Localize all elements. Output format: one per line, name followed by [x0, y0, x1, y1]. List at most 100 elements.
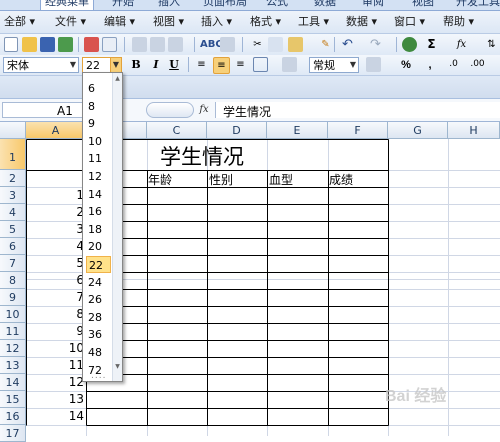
research-icon[interactable]: [168, 37, 183, 52]
font-size-option[interactable]: 20: [86, 238, 111, 255]
select-all-corner[interactable]: [0, 122, 26, 139]
font-size-option[interactable]: 24: [86, 274, 111, 291]
menu-edit[interactable]: 编辑 ▾: [104, 11, 135, 33]
percent-button[interactable]: %: [398, 57, 414, 73]
tab-page-layout[interactable]: 页面布局: [203, 0, 247, 10]
row-header-1[interactable]: 1: [0, 139, 26, 170]
font-size-dropdown[interactable]: 6 8 9 10 11 12 14 16 18 20 22 24 26 28 36 48 72 ▲ ▼ ....: [82, 72, 123, 382]
font-name-combo[interactable]: 宋体 ▼: [3, 57, 79, 73]
header-age[interactable]: 年龄: [148, 171, 172, 188]
cell-a-value[interactable]: 12: [26, 375, 84, 389]
row-header-6[interactable]: 6: [0, 238, 26, 255]
scroll-up-icon[interactable]: ▲: [114, 75, 121, 83]
row-header-3[interactable]: 3: [0, 187, 26, 204]
font-size-option[interactable]: 10: [86, 133, 111, 150]
font-size-option[interactable]: 18: [86, 221, 111, 238]
autosum-icon[interactable]: Σ: [424, 37, 439, 52]
sheet-title[interactable]: 学生情况: [160, 142, 244, 172]
menu-all[interactable]: 全部 ▾: [4, 11, 35, 33]
email-icon[interactable]: [102, 37, 117, 52]
cell-a-value[interactable]: 2: [26, 205, 84, 219]
menu-file[interactable]: 文件 ▾: [55, 11, 86, 33]
font-size-option[interactable]: 16: [86, 203, 111, 220]
chevron-down-icon[interactable]: ▼: [110, 58, 121, 72]
spelling-icon[interactable]: ABC: [200, 37, 223, 52]
column-header-h[interactable]: H: [448, 122, 500, 139]
chevron-down-icon[interactable]: ▼: [348, 58, 358, 72]
row-header-17[interactable]: 17: [0, 425, 26, 442]
paste-icon[interactable]: [288, 37, 303, 52]
column-header-g[interactable]: G: [388, 122, 448, 139]
wrap-text-icon[interactable]: [282, 57, 297, 72]
chevron-down-icon[interactable]: ▼: [68, 58, 78, 72]
menu-insert[interactable]: 插入 ▾: [201, 11, 232, 33]
align-center-icon[interactable]: ≡: [213, 57, 230, 74]
menu-view[interactable]: 视图 ▾: [153, 11, 184, 33]
font-size-option[interactable]: 11: [86, 150, 111, 167]
sort-icon[interactable]: ⇅: [484, 37, 499, 52]
menu-format[interactable]: 格式 ▾: [250, 11, 281, 33]
align-right-icon[interactable]: ≡: [233, 57, 248, 72]
row-header-8[interactable]: 8: [0, 272, 26, 289]
print-preview-icon[interactable]: [150, 37, 165, 52]
hyperlink-icon[interactable]: [402, 37, 417, 52]
align-left-icon[interactable]: ≡: [194, 57, 209, 72]
save-icon[interactable]: [40, 37, 55, 52]
column-header-f[interactable]: F: [328, 122, 388, 139]
row-header-2[interactable]: 2: [0, 170, 26, 187]
new-icon[interactable]: [4, 37, 18, 52]
font-size-option[interactable]: 8: [86, 98, 111, 115]
currency-icon[interactable]: [366, 57, 381, 72]
cut-icon[interactable]: ✂: [250, 37, 265, 52]
cell-a-value[interactable]: 7: [26, 290, 84, 304]
cell-a-value[interactable]: 8: [26, 307, 84, 321]
tab-classic-menu[interactable]: 经典菜单: [40, 0, 94, 10]
dropdown-resize-handle[interactable]: ....: [91, 371, 106, 381]
column-header-a[interactable]: A: [26, 122, 86, 139]
tab-home[interactable]: 开始: [112, 0, 134, 10]
increase-decimal-icon[interactable]: .0: [446, 57, 461, 72]
column-header-e[interactable]: E: [267, 122, 328, 139]
decrease-decimal-icon[interactable]: .00: [470, 57, 485, 72]
row-header-7[interactable]: 7: [0, 255, 26, 272]
spreadsheet-grid[interactable]: ABCDEFGH 1234567891011121314151617 学生情况 …: [0, 122, 500, 442]
cell-a-value[interactable]: 13: [26, 392, 84, 406]
research-book-icon[interactable]: [220, 37, 235, 52]
tab-formulas[interactable]: 公式: [266, 0, 288, 10]
row-header-12[interactable]: 12: [0, 340, 26, 357]
italic-button[interactable]: I: [148, 57, 164, 73]
permission-icon[interactable]: [58, 37, 73, 52]
redo-icon[interactable]: ↷: [368, 37, 383, 52]
comma-button[interactable]: ,: [422, 57, 438, 73]
row-header-14[interactable]: 14: [0, 374, 26, 391]
row-header-16[interactable]: 16: [0, 408, 26, 425]
undo-icon[interactable]: ↶: [340, 37, 355, 52]
merge-center-icon[interactable]: [253, 57, 268, 72]
row-header-5[interactable]: 5: [0, 221, 26, 238]
row-header-11[interactable]: 11: [0, 323, 26, 340]
cell-a-value[interactable]: 1: [26, 188, 84, 202]
menu-help[interactable]: 帮助 ▾: [443, 11, 474, 33]
cell-a-value[interactable]: 10: [26, 341, 84, 355]
formula-input[interactable]: 学生情况: [215, 102, 500, 119]
menu-tools[interactable]: 工具 ▾: [298, 11, 329, 33]
bold-button[interactable]: B: [128, 57, 144, 73]
header-gender[interactable]: 性别: [209, 171, 233, 188]
menu-window[interactable]: 窗口 ▾: [394, 11, 425, 33]
tab-review[interactable]: 审阅: [362, 0, 384, 10]
font-size-option[interactable]: 28: [86, 309, 111, 326]
column-header-d[interactable]: D: [207, 122, 267, 139]
header-blood-type[interactable]: 血型: [269, 171, 293, 188]
scroll-down-icon[interactable]: ▼: [114, 363, 121, 371]
cell-a-value[interactable]: 4: [26, 239, 84, 253]
menu-data[interactable]: 数据 ▾: [346, 11, 377, 33]
print-icon[interactable]: [132, 37, 147, 52]
font-size-option[interactable]: 9: [86, 115, 111, 132]
function-icon[interactable]: fx: [454, 37, 469, 52]
tab-developer[interactable]: 开发工具: [456, 0, 500, 10]
font-size-option[interactable]: 48: [86, 344, 111, 361]
font-size-option[interactable]: 36: [86, 326, 111, 343]
insert-function-icon[interactable]: fx: [194, 102, 214, 118]
copy-icon[interactable]: [268, 37, 283, 52]
row-header-15[interactable]: 15: [0, 391, 26, 408]
